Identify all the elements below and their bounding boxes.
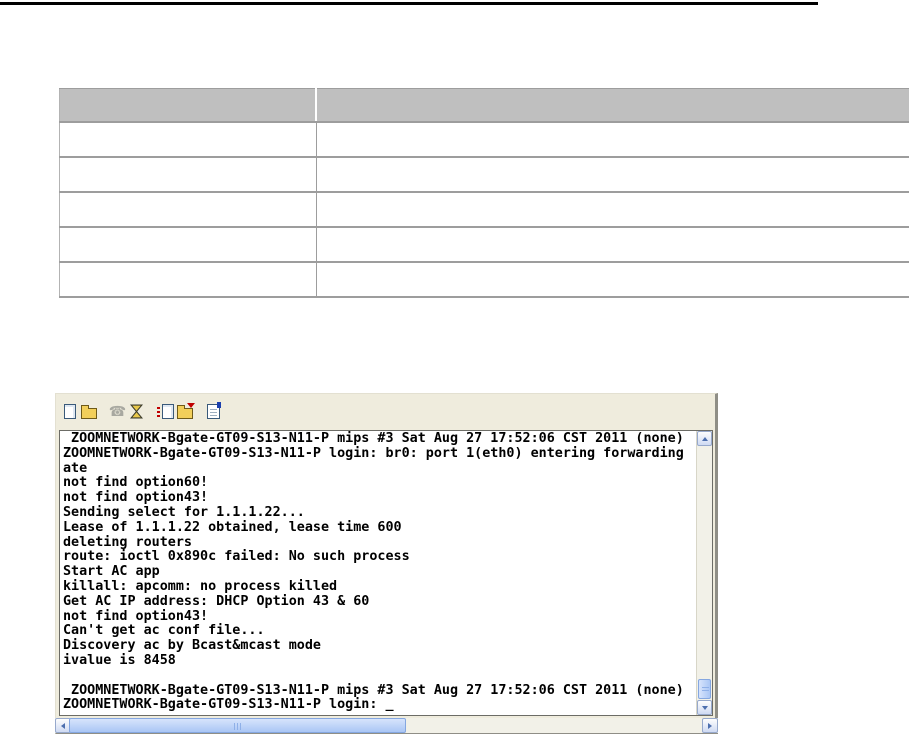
table-cell (316, 122, 909, 158)
console-line: ZOOMNETWORK-Bgate-GT09-S13-N11-P mips #3… (63, 431, 684, 446)
console-line: Sending select for 1.1.1.22... (63, 504, 305, 520)
table-header-cell (316, 88, 909, 123)
call-button[interactable]: ☎ (109, 403, 126, 420)
chevron-right-icon (708, 722, 715, 729)
table-cell (59, 227, 317, 263)
table-cell (59, 262, 317, 298)
send-dots-icon (157, 406, 160, 418)
table-row (59, 192, 909, 228)
receive-button[interactable] (176, 403, 195, 420)
table-cell (59, 122, 317, 158)
table-cell (316, 192, 909, 228)
table-row (59, 157, 909, 193)
properties-button[interactable] (205, 402, 222, 420)
console-line: killall: apcomm: no process killed (63, 578, 338, 594)
table-row (59, 122, 909, 158)
document-page: ☎ ZOOMNETWORK-Bgate-GT09-S13-N11-P mips … (0, 0, 909, 735)
table-header-cell (59, 88, 317, 123)
table-header-row (59, 88, 909, 123)
console-line: Can't get ac conf file... (63, 623, 265, 639)
terminal-toolbar: ☎ (56, 394, 715, 429)
vertical-scrollbar[interactable] (696, 431, 712, 715)
open-folder-icon (80, 405, 97, 419)
new-connection-button[interactable] (61, 403, 78, 420)
console-line: route: ioctl 0x890c failed: No such proc… (63, 549, 410, 565)
table-cell (59, 157, 317, 193)
new-document-icon (63, 404, 76, 419)
horizontal-scroll-thumb[interactable] (69, 718, 406, 733)
terminal-output[interactable]: ZOOMNETWORK-Bgate-GT09-S13-N11-P mips #3… (60, 431, 696, 715)
terminal-view: ZOOMNETWORK-Bgate-GT09-S13-N11-P mips #3… (59, 430, 713, 716)
table-cell (316, 157, 909, 193)
console-line: not find option60! (63, 475, 209, 491)
scroll-down-button[interactable] (697, 700, 712, 715)
table-cell (316, 227, 909, 263)
chevron-down-icon (701, 705, 708, 713)
chevron-left-icon (58, 722, 65, 729)
receive-folder-icon (176, 403, 195, 419)
console-line: ivalue is 8458 (63, 652, 176, 668)
send-button[interactable] (157, 403, 174, 420)
console-line: ZOOMNETWORK-Bgate-GT09-S13-N11-P login: … (63, 445, 684, 461)
table-row (59, 262, 909, 298)
table-cell (316, 262, 909, 298)
hangup-button[interactable] (128, 403, 145, 420)
scroll-right-button[interactable] (702, 718, 718, 733)
console-line: Start AC app (63, 564, 160, 580)
chevron-up-icon (701, 434, 708, 441)
properties-icon (207, 402, 221, 419)
spec-table (59, 88, 909, 298)
header-rule (0, 2, 818, 5)
table-cell (59, 192, 317, 228)
console-line: not find option43! (63, 490, 209, 506)
send-page-icon (162, 404, 174, 419)
call-phone-icon: ☎ (108, 403, 127, 420)
hangup-hourglass-icon (129, 404, 144, 419)
horizontal-scrollbar[interactable] (55, 718, 718, 733)
console-line: Lease of 1.1.1.22 obtained, lease time 6… (63, 519, 402, 535)
console-line: Get AC IP address: DHCP Option 43 & 60 (63, 593, 370, 609)
table-row (59, 227, 909, 263)
vertical-scroll-thumb[interactable] (698, 679, 711, 699)
scroll-up-button[interactable] (697, 431, 712, 446)
open-button[interactable] (80, 403, 97, 420)
terminal-window: ☎ ZOOMNETWORK-Bgate-GT09-S13-N11-P mips … (55, 393, 718, 734)
console-line: Discovery ac by Bcast&mcast mode (63, 638, 321, 654)
console-line-prompt: ZOOMNETWORK-Bgate-GT09-S13-N11-P login: … (63, 697, 394, 713)
